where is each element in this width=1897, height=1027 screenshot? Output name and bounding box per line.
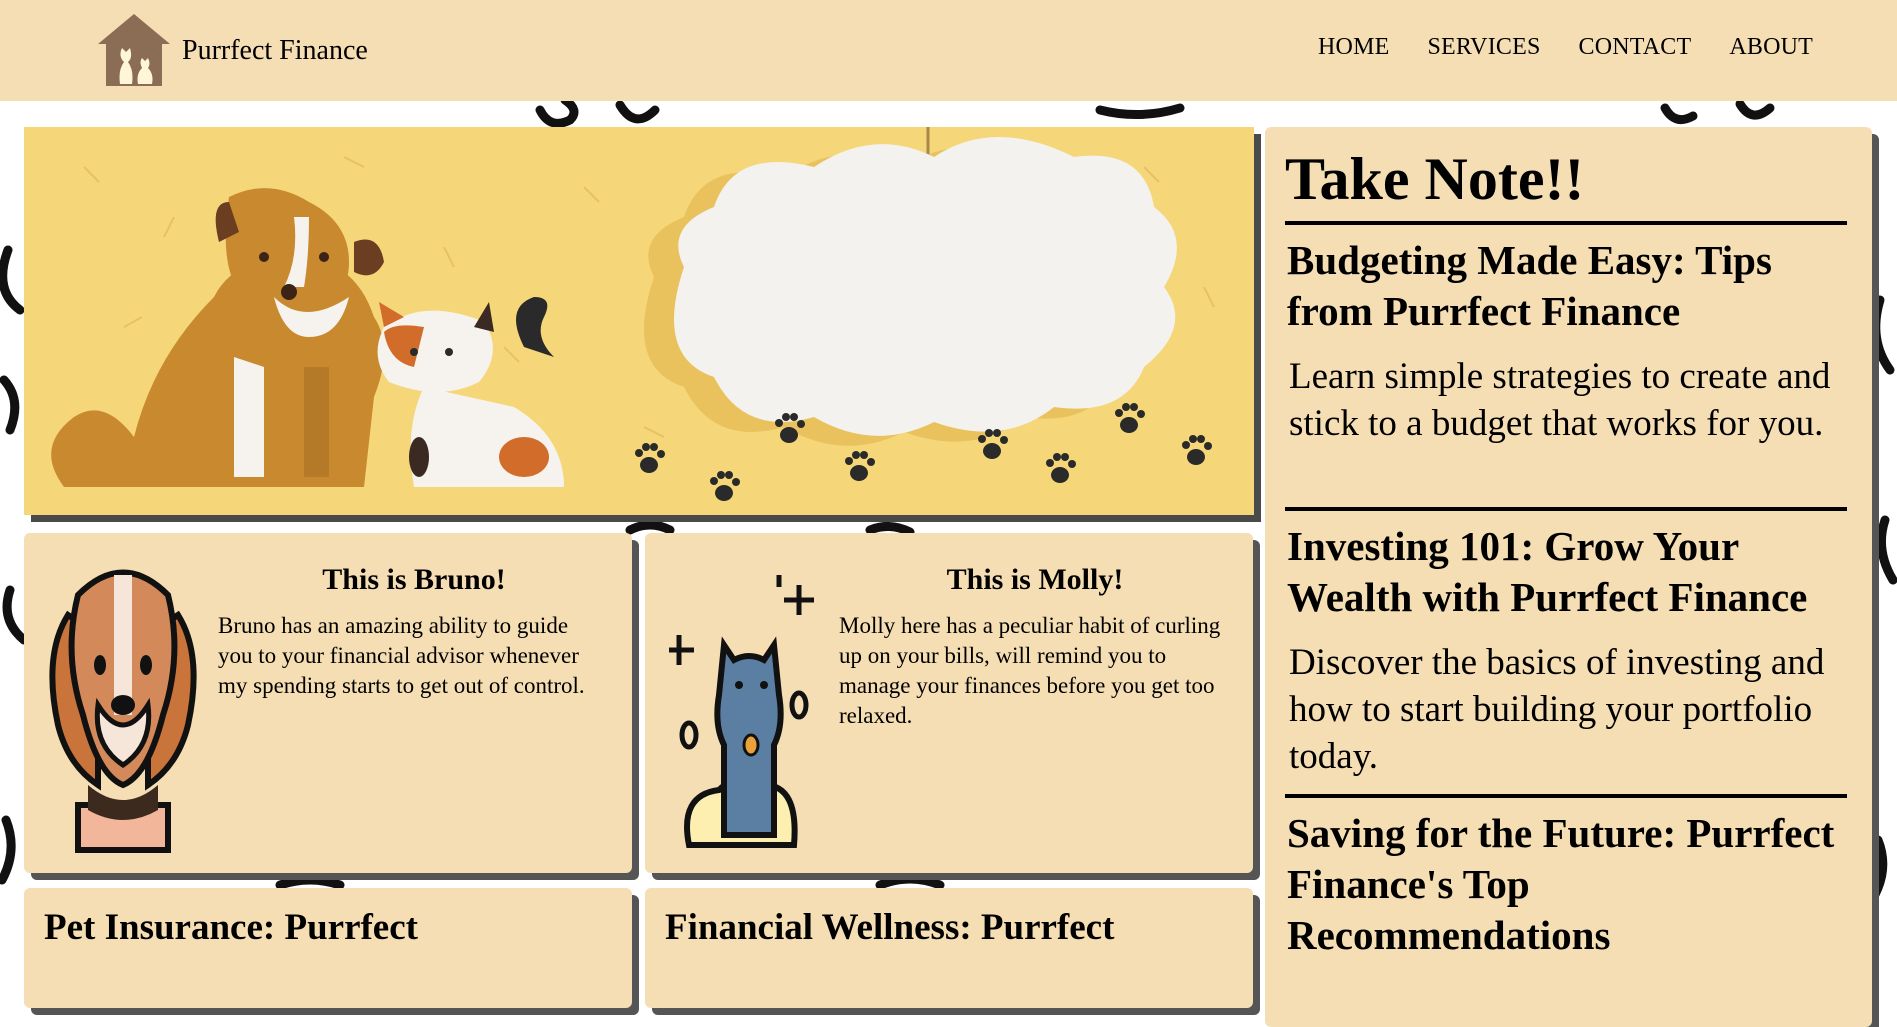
note-text: Discover the basics of investing and how… bbox=[1289, 642, 1825, 777]
nav-home-link[interactable]: HOME bbox=[1318, 34, 1389, 61]
nav-about-link[interactable]: ABOUT bbox=[1729, 34, 1813, 61]
pet-card-bruno: This is Bruno! Bruno has an amazing abil… bbox=[24, 533, 632, 873]
divider bbox=[1285, 507, 1847, 511]
beagle-dog-icon bbox=[49, 569, 197, 853]
article-card-pet-insurance[interactable]: Pet Insurance: Purrfect bbox=[24, 888, 632, 1008]
brand-name: Purrfect Finance bbox=[182, 35, 368, 66]
nav-menu: HOME SERVICES CONTACT ABOUT bbox=[1318, 34, 1813, 61]
sidebar-title: Take Note!! bbox=[1285, 146, 1585, 212]
dog-cat-cloud-banner-image bbox=[24, 127, 1254, 515]
article-card-financial-wellness[interactable]: Financial Wellness: Purrfect bbox=[645, 888, 1253, 1008]
divider bbox=[1285, 794, 1847, 798]
pet-card-molly: This is Molly! Molly here has a peculiar… bbox=[645, 533, 1253, 873]
blue-cat-icon bbox=[669, 575, 814, 848]
nav-contact-link[interactable]: CONTACT bbox=[1579, 34, 1692, 61]
pet-description: Bruno has an amazing ability to guide yo… bbox=[218, 613, 585, 698]
hero-banner bbox=[24, 127, 1254, 515]
article-title: Financial Wellness: Purrfect bbox=[665, 907, 1115, 948]
brand[interactable]: Purrfect Finance bbox=[96, 12, 368, 88]
note-text: Learn simple strategies to create and st… bbox=[1289, 356, 1831, 444]
house-pets-logo-icon bbox=[98, 14, 170, 86]
pet-title: This is Molly! bbox=[946, 563, 1124, 596]
pet-description: Molly here has a peculiar habit of curli… bbox=[839, 613, 1221, 728]
divider bbox=[1285, 221, 1847, 225]
nav-services-link[interactable]: SERVICES bbox=[1427, 34, 1540, 61]
article-title: Pet Insurance: Purrfect bbox=[44, 907, 418, 948]
note-heading[interactable]: Investing 101: Grow Your Wealth with Pur… bbox=[1287, 521, 1857, 623]
pet-title: This is Bruno! bbox=[322, 563, 506, 596]
note-heading[interactable]: Saving for the Future: Purrfect Finance'… bbox=[1287, 808, 1857, 961]
top-navbar: Purrfect Finance HOME SERVICES CONTACT A… bbox=[0, 0, 1897, 101]
note-heading[interactable]: Budgeting Made Easy: Tips from Purrfect … bbox=[1287, 235, 1857, 337]
take-note-sidebar: Take Note!! Budgeting Made Easy: Tips fr… bbox=[1265, 127, 1872, 1027]
